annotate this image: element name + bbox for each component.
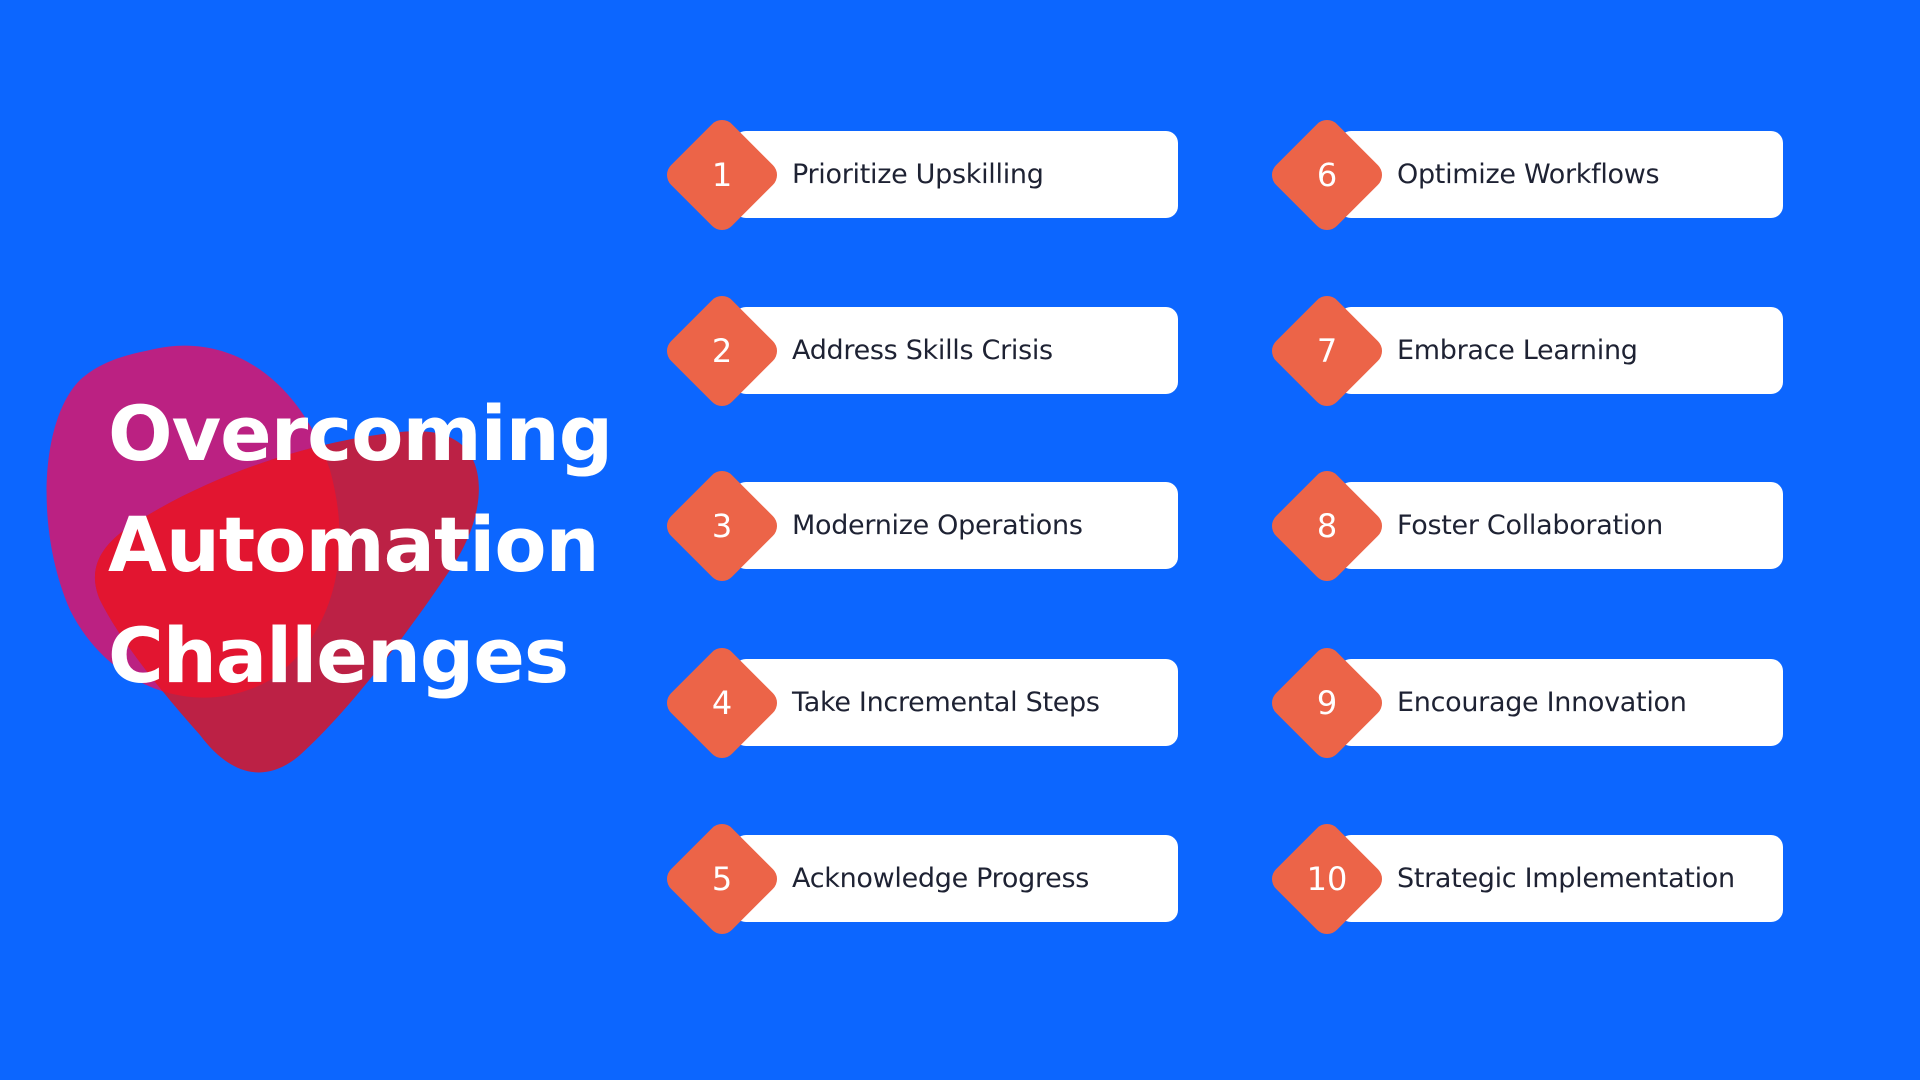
number-badge: 1	[661, 114, 783, 236]
step-number: 2	[711, 332, 733, 370]
step-item-7: 7 Embrace Learning	[1266, 290, 1787, 412]
step-number: 5	[711, 860, 733, 898]
step-number: 9	[1316, 684, 1338, 722]
number-badge: 2	[661, 290, 783, 412]
number-badge: 6	[1266, 114, 1388, 236]
step-item-8: 8 Foster Collaboration	[1266, 465, 1787, 587]
step-label: Prioritize Upskilling	[792, 159, 1044, 190]
number-badge: 10	[1266, 818, 1388, 940]
number-badge: 4	[661, 642, 783, 764]
number-badge: 5	[661, 818, 783, 940]
step-label: Embrace Learning	[1397, 335, 1638, 366]
step-number: 8	[1316, 507, 1338, 545]
step-number: 10	[1306, 860, 1348, 898]
step-item-3: 3 Modernize Operations	[661, 465, 1182, 587]
step-item-2: 2 Address Skills Crisis	[661, 290, 1182, 412]
step-label: Encourage Innovation	[1397, 687, 1687, 718]
step-number: 6	[1316, 156, 1338, 194]
step-item-5: 5 Acknowledge Progress	[661, 818, 1182, 940]
step-label: Address Skills Crisis	[792, 335, 1053, 366]
number-badge: 8	[1266, 465, 1388, 587]
step-number: 7	[1316, 332, 1338, 370]
number-badge: 7	[1266, 290, 1388, 412]
step-label: Acknowledge Progress	[792, 863, 1089, 894]
number-badge: 9	[1266, 642, 1388, 764]
step-item-9: 9 Encourage Innovation	[1266, 642, 1787, 764]
step-item-6: 6 Optimize Workflows	[1266, 114, 1787, 236]
step-label: Take Incremental Steps	[792, 687, 1100, 718]
step-label: Optimize Workflows	[1397, 159, 1660, 190]
step-item-1: 1 Prioritize Upskilling	[661, 114, 1182, 236]
step-number: 1	[711, 156, 733, 194]
number-badge: 3	[661, 465, 783, 587]
title-line-2: Automation	[108, 500, 600, 589]
step-label: Foster Collaboration	[1397, 510, 1663, 541]
title-line-1: Overcoming	[108, 389, 613, 478]
step-item-10: 10 Strategic Implementation	[1266, 818, 1787, 940]
step-number: 4	[711, 684, 733, 722]
step-number: 3	[711, 507, 733, 545]
title-line-3: Challenges	[108, 611, 569, 700]
page-title: Overcoming Automation Challenges	[108, 378, 613, 711]
step-item-4: 4 Take Incremental Steps	[661, 642, 1182, 764]
step-label: Modernize Operations	[792, 510, 1083, 541]
step-label: Strategic Implementation	[1397, 863, 1735, 894]
